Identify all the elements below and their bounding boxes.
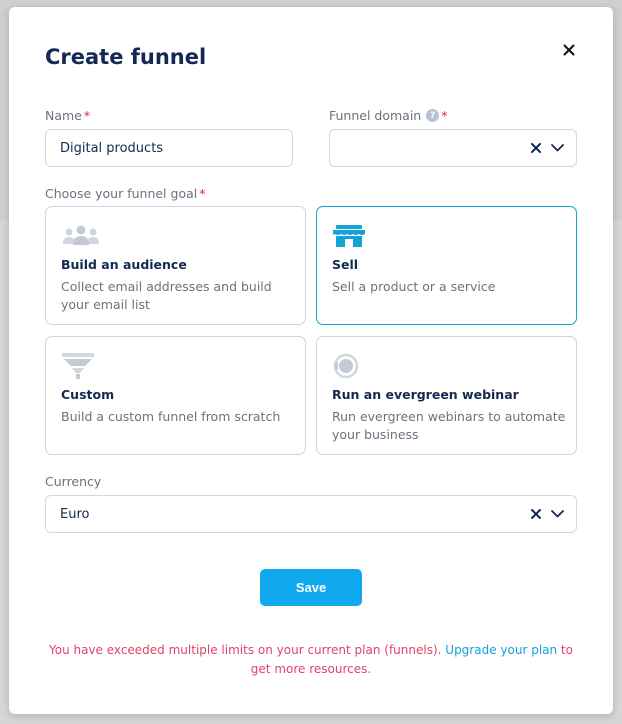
- create-funnel-modal: Create funnel Name * Digital products Fu…: [9, 7, 613, 714]
- goal-card-sell[interactable]: Sell Sell a product or a service: [316, 206, 577, 325]
- goal-card-title: Run an evergreen webinar: [332, 387, 519, 402]
- funnel-domain-select[interactable]: [329, 129, 577, 167]
- name-label: Name *: [45, 108, 90, 123]
- clear-icon[interactable]: [531, 509, 541, 519]
- goal-card-description: Sell a product or a service: [332, 279, 496, 294]
- name-input-value: Digital products: [60, 140, 164, 156]
- webinar-icon: [332, 353, 372, 379]
- currency-label: Currency: [45, 474, 101, 489]
- required-mark: *: [441, 108, 448, 123]
- plan-limit-warning: You have exceeded multiple limits on you…: [39, 641, 583, 679]
- currency-value: Euro: [60, 506, 90, 522]
- required-mark: *: [83, 108, 91, 123]
- goal-card-title: Build an audience: [61, 257, 187, 272]
- close-icon[interactable]: [560, 41, 578, 59]
- goal-card-description: Collect email addresses and build your e…: [61, 279, 272, 312]
- help-icon[interactable]: ?: [426, 109, 440, 122]
- goal-card-title: Sell: [332, 257, 359, 272]
- funnel-goal-label-text: Choose your funnel goal: [45, 186, 198, 201]
- name-input[interactable]: Digital products: [45, 129, 293, 167]
- required-mark: *: [199, 186, 206, 201]
- funnel-goal-label: Choose your funnel goal *: [45, 186, 205, 201]
- currency-select[interactable]: Euro: [45, 495, 577, 533]
- funnel-domain-label: Funnel domain ? *: [329, 108, 447, 123]
- goal-card-title: Custom: [61, 387, 115, 402]
- currency-label-text: Currency: [45, 474, 102, 489]
- name-label-text: Name: [45, 108, 82, 123]
- chevron-down-icon[interactable]: [551, 510, 564, 518]
- goal-card-description: Build a custom funnel from scratch: [61, 409, 281, 424]
- save-button[interactable]: Save: [260, 569, 362, 606]
- funnel-domain-label-text: Funnel domain: [329, 108, 422, 123]
- upgrade-plan-link[interactable]: Upgrade your plan: [445, 643, 557, 657]
- chevron-down-icon[interactable]: [551, 144, 564, 152]
- modal-title: Create funnel: [45, 45, 207, 69]
- audience-icon: [61, 223, 101, 249]
- goal-card-build-audience[interactable]: Build an audience Collect email addresse…: [45, 206, 306, 325]
- funnel-icon: [61, 353, 101, 379]
- clear-icon[interactable]: [531, 143, 541, 153]
- warning-text-before: You have exceeded multiple limits on you…: [49, 643, 446, 657]
- goal-card-custom[interactable]: Custom Build a custom funnel from scratc…: [45, 336, 306, 455]
- goal-card-description: Run evergreen webinars to automate your …: [332, 409, 566, 442]
- goal-card-evergreen-webinar[interactable]: Run an evergreen webinar Run evergreen w…: [316, 336, 577, 455]
- store-icon: [332, 223, 372, 249]
